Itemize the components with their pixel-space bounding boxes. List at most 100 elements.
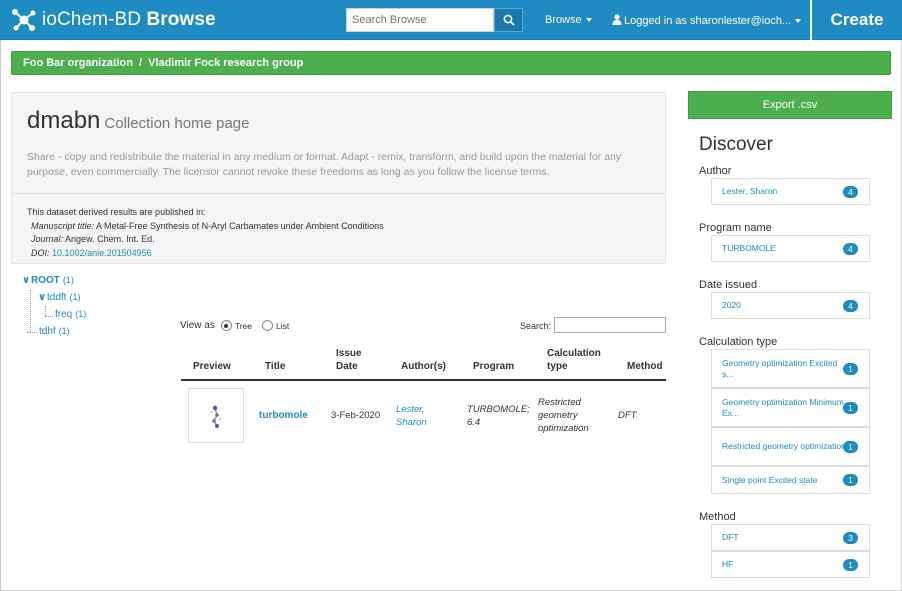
facet-item-name: HF <box>722 559 734 569</box>
user-menu[interactable]: Logged in as sharonlester@ioch... <box>612 14 802 27</box>
facet-label-author: Author <box>699 165 732 177</box>
brand-name: ioChem-BD Browse <box>42 9 216 31</box>
breadcrumb-item-group[interactable]: Vladimir Fock research group <box>148 57 303 69</box>
manuscript-value: A Metal-Free Synthesis of N-Aryl Carbama… <box>96 220 384 231</box>
view-tree-radio[interactable] <box>220 320 232 331</box>
search-icon <box>503 14 515 26</box>
view-as-toggle: View as Tree List <box>180 320 289 331</box>
tree-guide-line <box>45 316 53 317</box>
table-search-input[interactable] <box>554 317 666 333</box>
facet-label-program: Program name <box>699 222 772 234</box>
doi-link[interactable]: 10.1002/anie.201504956 <box>52 248 152 258</box>
caret-down-icon <box>585 18 592 23</box>
breadcrumb: Foo Bar organization / Vladimir Fock resea… <box>11 51 891 75</box>
license-text: Share - copy and redistribute the materi… <box>27 151 622 178</box>
tree-node-tddft[interactable]: ∨tddft (1) <box>38 292 80 303</box>
tree-guide-line <box>45 306 46 316</box>
molecule-preview-icon <box>210 405 222 428</box>
facet-item-name: Restricted geometry optimization <box>722 441 846 451</box>
item-program: TURBOMOLE; 6.4 <box>467 404 530 428</box>
export-csv-label: Export .csv <box>762 99 818 111</box>
facet-count-badge: 4 <box>843 299 858 312</box>
facet-item-calc-type[interactable]: Geometry optimization Excited s... 1 <box>711 349 870 388</box>
tree-guide-line <box>27 332 37 333</box>
preview-thumbnail[interactable] <box>188 388 244 443</box>
facet-item-calc-type[interactable]: Restricted geometry optimization 1 <box>711 427 870 466</box>
caret-down-icon <box>795 19 802 24</box>
tree-node-label: ROOT <box>31 275 60 286</box>
column-header-program[interactable]: Program <box>473 360 514 373</box>
browse-menu-label: Browse <box>545 14 582 26</box>
tree-node-label: tddft <box>47 292 67 303</box>
user-menu-label: Logged in as sharonlester@ioch... <box>624 15 792 27</box>
facet-item-name: Geometry optimization Excited s... <box>722 357 838 379</box>
facet-count-badge: 4 <box>843 242 858 255</box>
tree-node-tdhf[interactable]: tdhf (1) <box>39 326 70 337</box>
collection-name: dmabn <box>27 107 101 134</box>
tree-node-count: (1) <box>75 309 87 319</box>
tree-node-freq[interactable]: freq (1) <box>55 309 86 320</box>
export-csv-button[interactable]: Export .csv <box>688 91 892 119</box>
chevron-down-icon: ∨ <box>22 275 31 286</box>
facet-item-name: Single point Excited state <box>722 474 818 485</box>
facet-count-badge: 3 <box>843 531 858 544</box>
panel-divider <box>12 193 665 194</box>
column-header-preview[interactable]: Preview <box>193 360 231 373</box>
user-icon <box>612 14 622 25</box>
facet-item-program[interactable]: TURBOMOLE 4 <box>711 235 870 262</box>
column-header-issue-date[interactable]: Issue Date <box>336 347 376 373</box>
facet-count-badge: 1 <box>843 440 858 453</box>
facet-count-badge: 1 <box>843 362 858 375</box>
doi-label: DOI: <box>31 247 50 258</box>
column-header-title[interactable]: Title <box>265 360 285 373</box>
facet-item-name: Geometry optimization Minimum Ex... <box>722 396 844 418</box>
facet-label-calc-type: Calculation type <box>699 336 778 348</box>
tree-node-root[interactable]: ∨ROOT (1) <box>22 275 74 286</box>
table-header-divider <box>181 379 666 381</box>
page-title: dmabn Collection home page <box>27 107 249 135</box>
journal-value: Angew. Chem. Int. Ed. <box>65 234 155 244</box>
brand-suffix: Browse <box>146 9 216 30</box>
facet-count-badge: 1 <box>843 401 858 414</box>
search-button[interactable] <box>494 8 523 32</box>
facet-count-badge: 1 <box>843 474 858 486</box>
tree-node-label: freq <box>55 309 73 320</box>
brand-logo-link[interactable]: ioChem-BD Browse <box>10 8 216 32</box>
facet-item-calc-type[interactable]: Geometry optimization Minimum Ex... 1 <box>711 388 870 427</box>
table-search-label: Search: <box>520 321 552 331</box>
tree-node-count: (1) <box>62 275 74 285</box>
facet-item-name: Lester, Sharon <box>722 186 778 196</box>
item-author-link[interactable]: Lester, Sharon <box>396 403 436 429</box>
facet-item-date[interactable]: 2020 4 <box>711 292 870 319</box>
tree-node-count: (1) <box>58 326 70 336</box>
view-list-label: List <box>276 320 290 331</box>
item-calc-type: Restricted geometry optimization <box>538 397 589 434</box>
facet-item-author[interactable]: Lester, Sharon 4 <box>711 178 870 205</box>
view-as-label: View as <box>180 320 215 331</box>
facet-label-date: Date issued <box>699 279 758 291</box>
tree-guide-line <box>30 290 31 332</box>
item-title-link[interactable]: turbomole <box>259 409 308 422</box>
view-list-radio[interactable] <box>262 320 274 331</box>
collection-subtitle: Collection home page <box>104 115 250 132</box>
brand-prefix: ioChem-BD <box>42 9 142 30</box>
browse-menu[interactable]: Browse <box>545 14 592 26</box>
facet-item-method[interactable]: DFT 3 <box>711 524 870 551</box>
column-header-calc-type[interactable]: Calculation type <box>547 347 611 373</box>
column-header-method[interactable]: Method <box>627 360 663 373</box>
publication-info: This dataset derived results are publish… <box>27 206 384 260</box>
facet-item-name: TURBOMOLE <box>722 243 776 253</box>
facet-item-calc-type[interactable]: Single point Excited state 1 <box>711 466 870 494</box>
item-issue-date: 3-Feb-2020 <box>331 410 381 421</box>
breadcrumb-item-organization[interactable]: Foo Bar organization <box>23 57 133 69</box>
create-label: Create <box>830 10 884 29</box>
chevron-down-icon: ∨ <box>38 292 47 303</box>
publication-intro: This dataset derived results are publish… <box>27 207 206 217</box>
search-input[interactable] <box>346 8 494 32</box>
create-link[interactable]: Create <box>810 0 902 40</box>
manuscript-label: Manuscript title: <box>31 220 95 231</box>
facet-item-method[interactable]: HF 1 <box>711 551 870 578</box>
column-header-authors[interactable]: Author(s) <box>401 360 446 373</box>
facet-count-badge: 4 <box>843 185 858 198</box>
facet-label-method: Method <box>699 511 736 523</box>
